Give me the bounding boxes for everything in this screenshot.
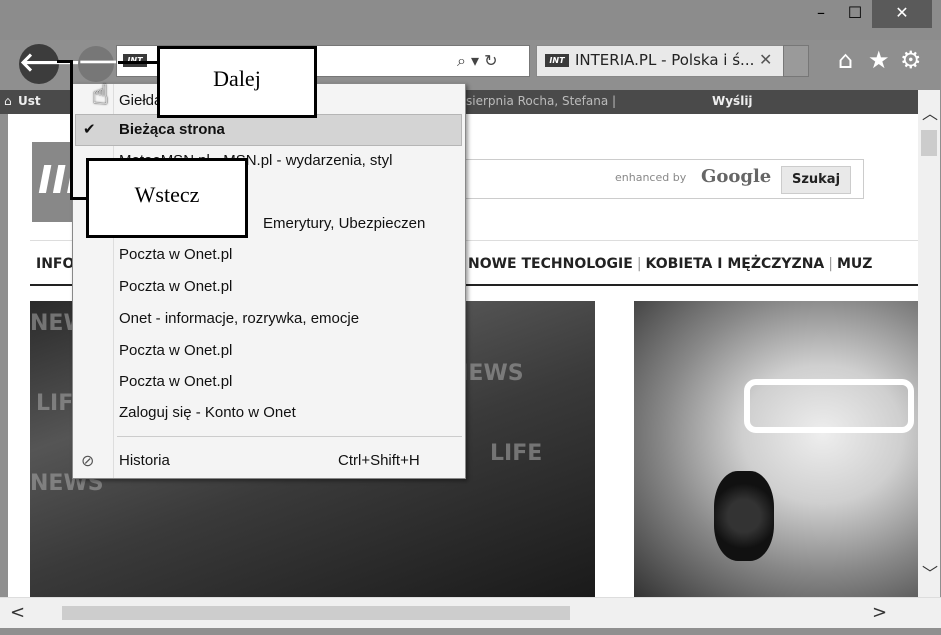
- tab-title: INTERIA.PL - Polska i ś...: [575, 51, 755, 69]
- maximize-button[interactable]: ☐: [838, 0, 872, 28]
- search-refresh-icons[interactable]: ⌕ ▾ ↻: [457, 51, 498, 71]
- favbar-text: sierpnia Rocha, Stefana |: [466, 94, 617, 108]
- minimize-button[interactable]: –: [804, 0, 838, 28]
- history-dropdown-menu: ✔ Giełda - INTERIA.PL - giełda, Bieżąca …: [72, 83, 466, 479]
- vertical-scroll-thumb[interactable]: [921, 130, 937, 156]
- history-icon: ⊘: [81, 453, 95, 470]
- callout-leader-line: [57, 60, 73, 63]
- favbar-home-icon[interactable]: ⌂: [4, 94, 12, 108]
- scroll-right-icon[interactable]: >: [872, 602, 887, 623]
- callout-back: Wstecz: [86, 158, 248, 238]
- menu-item[interactable]: Poczta w Onet.pl: [119, 278, 232, 295]
- menu-item[interactable]: Poczta w Onet.pl: [119, 373, 232, 390]
- tab-close-icon[interactable]: ✕: [759, 50, 772, 69]
- berries-shape: [714, 471, 774, 561]
- new-tab-button[interactable]: [783, 45, 809, 77]
- scroll-up-icon[interactable]: ︿: [922, 100, 938, 124]
- send-link[interactable]: Wyślij: [712, 94, 753, 108]
- menu-item[interactable]: Zaloguj się - Konto w Onet: [119, 404, 296, 421]
- browser-tab[interactable]: INT INTERIA.PL - Polska i ś... ✕: [536, 45, 784, 77]
- menu-item[interactable]: Poczta w Onet.pl: [119, 246, 232, 263]
- menu-item[interactable]: Onet - informacje, rozrywka, emocje: [119, 310, 359, 327]
- forward-button[interactable]: 🡒: [78, 46, 137, 82]
- nav-item-muzyka[interactable]: MUZ: [837, 256, 872, 272]
- horizontal-scroll-thumb[interactable]: [62, 606, 570, 620]
- favorites-star-icon[interactable]: ★: [868, 46, 890, 74]
- back-button[interactable]: 🡐: [19, 44, 89, 84]
- checkmark-icon: ✔: [83, 121, 96, 138]
- callout-leader-line: [70, 60, 73, 200]
- favbar-label[interactable]: Ust: [18, 94, 41, 108]
- horizontal-scrollbar[interactable]: < >: [0, 597, 941, 628]
- history-shortcut: Ctrl+Shift+H: [338, 452, 420, 469]
- callout-leader-line: [70, 197, 87, 200]
- title-bar: – ☐ ✕: [0, 0, 941, 40]
- nav-item-tech[interactable]: NOWE TECHNOLOGIE: [468, 256, 633, 272]
- glasses-shape: [744, 379, 914, 433]
- close-window-button[interactable]: ✕: [872, 0, 932, 28]
- menu-item-current[interactable]: Bieżąca strona: [119, 121, 225, 138]
- vertical-scrollbar[interactable]: ︿ ﹀: [918, 90, 940, 597]
- scroll-down-icon[interactable]: ﹀: [922, 560, 938, 584]
- news-photo-woman[interactable]: [634, 301, 918, 597]
- search-button[interactable]: Szukaj: [781, 166, 851, 194]
- google-logo: Google: [701, 166, 772, 187]
- menu-item[interactable]: Poczta w Onet.pl: [119, 342, 232, 359]
- scroll-left-icon[interactable]: <: [10, 602, 25, 623]
- nav-item-info[interactable]: INFO: [36, 256, 74, 272]
- nav-menu: NOWE TECHNOLOGIE | KOBIETA I MĘŻCZYZNA | MUZ: [468, 256, 873, 272]
- hand-cursor-icon: ☝: [92, 78, 110, 111]
- menu-item[interactable]: Emerytury, Ubezpieczen: [263, 215, 425, 232]
- photo-watermark: LIFE: [490, 441, 543, 466]
- nav-item-kobieta[interactable]: KOBIETA I MĘŻCZYZNA: [646, 256, 825, 272]
- gear-icon[interactable]: ⚙: [900, 46, 922, 74]
- enhanced-by-label: enhanced by: [615, 171, 687, 184]
- callout-leader-line: [118, 61, 158, 64]
- tab-favicon-icon: INT: [545, 54, 569, 67]
- home-icon[interactable]: ⌂: [838, 46, 853, 74]
- menu-divider: [117, 436, 462, 437]
- menu-item-history[interactable]: Historia: [119, 452, 170, 469]
- callout-forward: Dalej: [157, 46, 317, 118]
